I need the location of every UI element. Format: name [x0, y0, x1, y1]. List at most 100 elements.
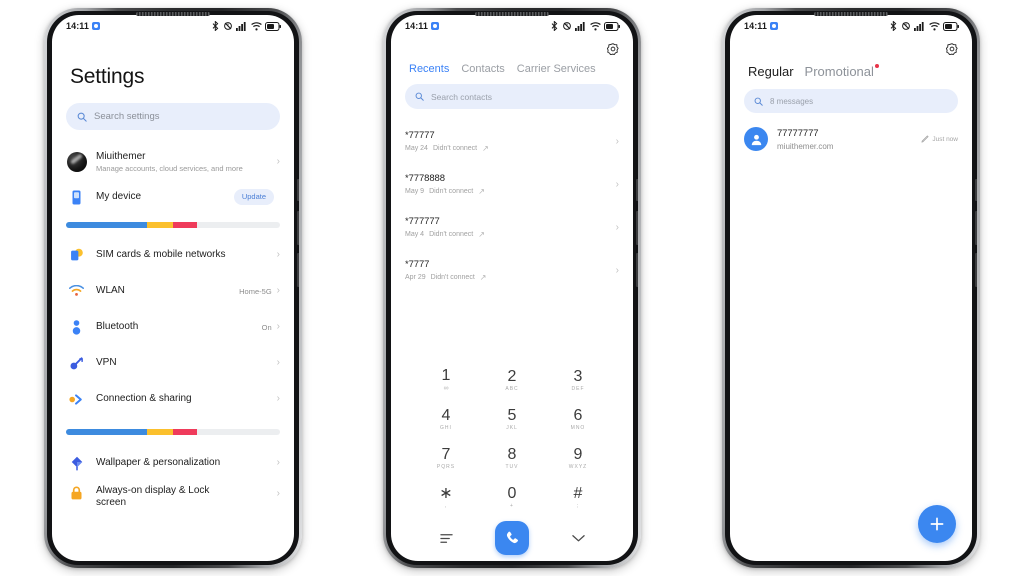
dialpad-key-letters: ;: [576, 502, 580, 509]
dialpad-key-star[interactable]: ∗ ,: [413, 478, 479, 515]
chevron-right-icon: ›: [276, 488, 280, 499]
new-message-fab[interactable]: [918, 505, 956, 543]
phone-screen-messages: 14:11 Regular Promotional 8 messages 777…: [730, 15, 972, 561]
phone-device-messages: 14:11 Regular Promotional 8 messages 777…: [722, 8, 980, 568]
dialpad-key-4[interactable]: 4 GHI: [413, 400, 479, 437]
status-time: 14:11: [744, 21, 768, 31]
dialpad-key-letters: +: [510, 502, 514, 509]
dialpad-key-2[interactable]: 2 ABC: [479, 361, 545, 398]
sidebar-item-wlan[interactable]: WLAN Home-5G ›: [52, 273, 294, 309]
dialpad-action-row: [391, 515, 633, 561]
dialpad-key-letters: TUV: [505, 463, 519, 470]
dialpad-key-letters: ABC: [505, 385, 519, 392]
sidebar-item-my-device[interactable]: My device Update: [52, 181, 294, 213]
dialpad-key-9[interactable]: 9 WXYZ: [545, 439, 611, 476]
chevron-right-icon: ›: [615, 221, 619, 233]
dialpad-key-3[interactable]: 3 DEF: [545, 361, 611, 398]
tab-carrier-services[interactable]: Carrier Services: [517, 63, 596, 75]
dialpad-key-6[interactable]: 6 MNO: [545, 400, 611, 437]
status-bar: 14:11: [730, 15, 972, 37]
sidebar-item-label: Bluetooth: [96, 321, 139, 332]
side-button-volume-down[interactable]: [975, 253, 977, 287]
search-messages-input[interactable]: 8 messages: [744, 89, 958, 113]
side-button-volume-up[interactable]: [636, 211, 638, 245]
dialpad-menu-cell: [413, 533, 479, 544]
call-button[interactable]: [495, 521, 529, 555]
notification-dot-icon: [874, 64, 879, 68]
list-item[interactable]: 77777777 miuithemer.com Just now: [730, 113, 972, 151]
settings-group-personalization: Wallpaper & personalization › Always-on …: [52, 445, 294, 517]
sidebar-item-connection-sharing[interactable]: Connection & sharing ›: [52, 381, 294, 417]
dialpad-key-hash[interactable]: # ;: [545, 478, 611, 515]
dialpad-key-5[interactable]: 5 JKL: [479, 400, 545, 437]
side-button-mute[interactable]: [297, 179, 299, 201]
search-contacts-input[interactable]: Search contacts: [405, 84, 619, 109]
dialer-tabs: Recents Contacts Carrier Services: [391, 55, 633, 75]
phone-bezel: 14:11 Settings Search settings Miuitheme…: [47, 11, 299, 565]
messages-body: Regular Promotional 8 messages 77777777 …: [730, 37, 972, 561]
dialpad-key-letters: JKL: [506, 424, 518, 431]
call-log-row[interactable]: *77777 May 24 Didn't connect ↗ ›: [391, 120, 633, 163]
call-meta: May 9 Didn't connect ↗: [405, 187, 616, 196]
status-time: 14:11: [66, 21, 90, 31]
settings-gear-icon[interactable]: [946, 43, 958, 55]
chevron-right-icon: ›: [615, 264, 619, 276]
tab-promotional[interactable]: Promotional: [805, 64, 879, 79]
earpiece-speaker: [136, 12, 210, 16]
account-avatar: [66, 152, 87, 172]
sidebar-item-sim-cards[interactable]: SIM cards & mobile networks ›: [52, 237, 294, 273]
dialpad-key-0[interactable]: 0 +: [479, 478, 545, 515]
dialpad-key-letters: MNO: [570, 424, 586, 431]
chevron-down-icon[interactable]: [571, 534, 585, 543]
update-badge[interactable]: Update: [233, 189, 274, 205]
dialpad-key-8[interactable]: 8 TUV: [479, 439, 545, 476]
progress-segment-yellow: [147, 429, 173, 435]
settings-gear-icon[interactable]: [607, 43, 619, 55]
person-avatar-icon: [744, 127, 768, 151]
sidebar-item-account[interactable]: Miuithemer Manage accounts, cloud servic…: [52, 143, 294, 181]
progress-segment-yellow: [147, 222, 173, 228]
side-button-mute[interactable]: [636, 179, 638, 201]
tab-recents[interactable]: Recents: [409, 63, 449, 75]
dialpad-key-number: #: [573, 484, 583, 502]
dialpad-key-1[interactable]: 1 ∞: [413, 361, 479, 398]
tab-contacts[interactable]: Contacts: [461, 63, 504, 75]
status-bar-right: [551, 21, 620, 31]
my-device-text: My device: [87, 191, 234, 203]
menu-lines-icon[interactable]: [439, 533, 453, 544]
dialpad-key-number: 9: [573, 445, 583, 463]
search-icon: [415, 92, 424, 101]
side-button-volume-down[interactable]: [636, 253, 638, 287]
side-button-mute[interactable]: [975, 179, 977, 201]
sidebar-item-wallpaper[interactable]: Wallpaper & personalization ›: [52, 445, 294, 481]
tab-regular[interactable]: Regular: [748, 64, 794, 79]
settings-group-network: SIM cards & mobile networks › WLAN Home-…: [52, 237, 294, 417]
voicemail-icon: ∞: [443, 385, 449, 392]
storage-progress-bar-1: [66, 222, 280, 228]
side-button-volume-up[interactable]: [297, 211, 299, 245]
search-icon: [754, 97, 763, 106]
call-date: May 9: [405, 187, 425, 195]
side-button-volume-down[interactable]: [297, 253, 299, 287]
call-status: Didn't connect: [429, 230, 474, 238]
sidebar-item-bluetooth[interactable]: Bluetooth On ›: [52, 309, 294, 345]
signal-icon: [914, 21, 924, 31]
dialpad-key-7[interactable]: 7 PQRS: [413, 439, 479, 476]
search-settings-input[interactable]: Search settings: [66, 103, 280, 130]
dialpad-key-letters: WXYZ: [568, 463, 588, 470]
call-log-row[interactable]: *777777 May 4 Didn't connect ↗ ›: [391, 206, 633, 249]
call-date: May 4: [405, 230, 425, 238]
message-sender: 77777777: [777, 127, 819, 139]
vibrate-icon: [562, 22, 571, 30]
sidebar-item-vpn[interactable]: VPN ›: [52, 345, 294, 381]
call-log-row[interactable]: *7778888 May 9 Didn't connect ↗ ›: [391, 163, 633, 206]
sim-card-icon: [66, 248, 87, 263]
dialpad-key-letters: DEF: [571, 385, 585, 392]
progress-segment-red: [172, 429, 197, 435]
call-number: *77777: [405, 130, 435, 142]
wifi-icon: [928, 21, 940, 30]
vibrate-icon: [901, 22, 910, 30]
sidebar-item-aod-lockscreen[interactable]: Always-on display & Lock screen ›: [52, 481, 294, 517]
side-button-volume-up[interactable]: [975, 211, 977, 245]
call-log-row[interactable]: *7777 Apr 29 Didn't connect ↗ ›: [391, 249, 633, 292]
